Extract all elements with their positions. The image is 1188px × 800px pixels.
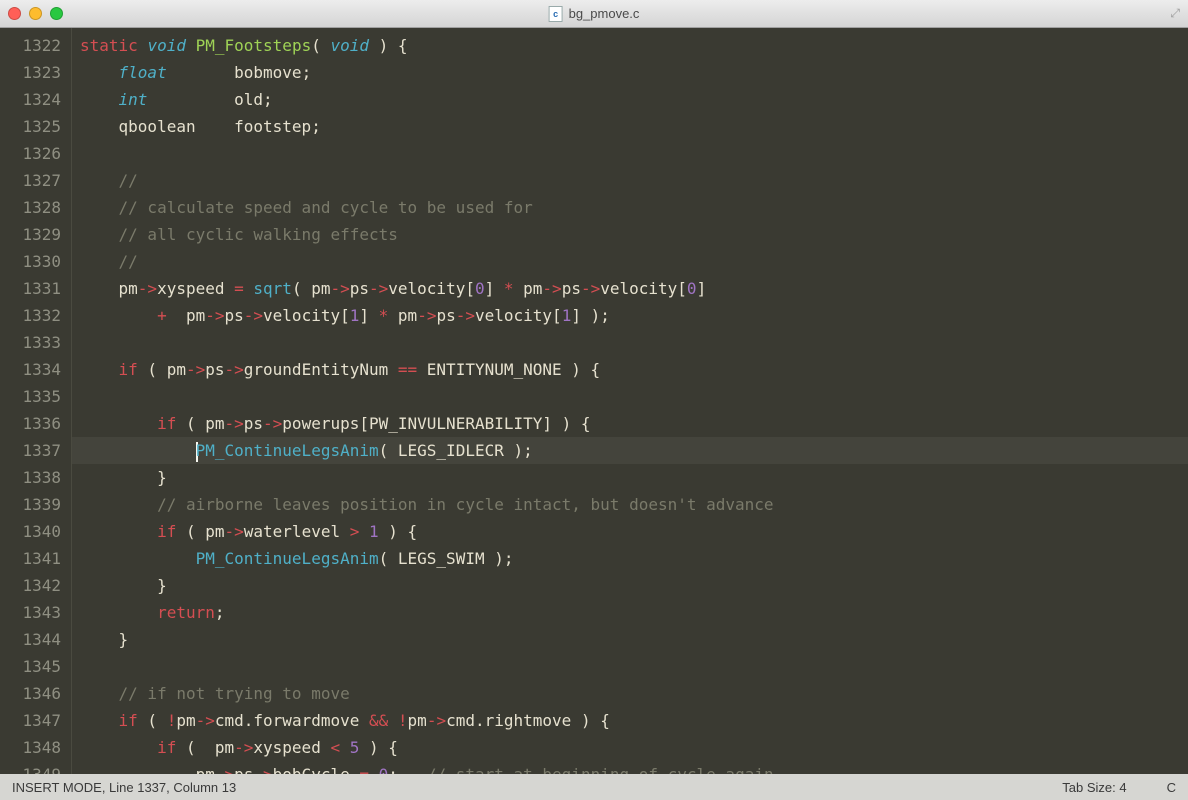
line-number: 1326 [4, 140, 61, 167]
line-number: 1323 [4, 59, 61, 86]
status-syntax[interactable]: C [1167, 780, 1176, 795]
code-line[interactable]: qboolean footstep; [80, 113, 1188, 140]
line-number: 1342 [4, 572, 61, 599]
line-number: 1329 [4, 221, 61, 248]
line-number: 1344 [4, 626, 61, 653]
code-line[interactable]: float bobmove; [80, 59, 1188, 86]
code-line[interactable] [80, 653, 1188, 680]
traffic-lights [8, 7, 63, 20]
code-line[interactable]: // if not trying to move [80, 680, 1188, 707]
code-line[interactable]: static void PM_Footsteps( void ) { [80, 32, 1188, 59]
code-line[interactable]: if ( pm->xyspeed < 5 ) { [80, 734, 1188, 761]
line-number: 1348 [4, 734, 61, 761]
status-bar: INSERT MODE, Line 1337, Column 13 Tab Si… [0, 774, 1188, 800]
line-number: 1334 [4, 356, 61, 383]
line-number: 1324 [4, 86, 61, 113]
file-type-icon: c [549, 6, 563, 22]
line-number: 1328 [4, 194, 61, 221]
status-mode-position: INSERT MODE, Line 1337, Column 13 [12, 780, 236, 795]
filename-label: bg_pmove.c [569, 6, 640, 21]
close-window-button[interactable] [8, 7, 21, 20]
code-editor[interactable]: 1322132313241325132613271328132913301331… [0, 28, 1188, 774]
code-line[interactable]: if ( pm->waterlevel > 1 ) { [80, 518, 1188, 545]
code-line[interactable]: // all cyclic walking effects [80, 221, 1188, 248]
line-number: 1327 [4, 167, 61, 194]
line-number: 1332 [4, 302, 61, 329]
line-number: 1337 [4, 437, 61, 464]
line-number: 1347 [4, 707, 61, 734]
code-line[interactable]: } [80, 464, 1188, 491]
code-line[interactable] [80, 140, 1188, 167]
line-number: 1336 [4, 410, 61, 437]
zoom-window-button[interactable] [50, 7, 63, 20]
code-line[interactable]: // calculate speed and cycle to be used … [80, 194, 1188, 221]
line-number: 1343 [4, 599, 61, 626]
line-number: 1330 [4, 248, 61, 275]
line-number: 1338 [4, 464, 61, 491]
code-line[interactable]: // [80, 248, 1188, 275]
code-line[interactable]: return; [80, 599, 1188, 626]
minimize-window-button[interactable] [29, 7, 42, 20]
line-number: 1333 [4, 329, 61, 356]
line-number: 1335 [4, 383, 61, 410]
code-line[interactable]: if ( pm->ps->groundEntityNum == ENTITYNU… [80, 356, 1188, 383]
line-number: 1346 [4, 680, 61, 707]
code-line[interactable]: PM_ContinueLegsAnim( LEGS_IDLECR ); [72, 437, 1188, 464]
line-number: 1322 [4, 32, 61, 59]
line-number: 1331 [4, 275, 61, 302]
expand-icon[interactable]: ⤢ [1170, 6, 1180, 21]
line-number-gutter: 1322132313241325132613271328132913301331… [0, 28, 72, 774]
status-tab-size[interactable]: Tab Size: 4 [1062, 780, 1126, 795]
code-line[interactable] [80, 329, 1188, 356]
line-number: 1340 [4, 518, 61, 545]
window-titlebar: c bg_pmove.c ⤢ [0, 0, 1188, 28]
line-number: 1341 [4, 545, 61, 572]
code-line[interactable]: pm->ps->bobCycle = 0; // start at beginn… [80, 761, 1188, 774]
line-number: 1345 [4, 653, 61, 680]
code-line[interactable]: } [80, 572, 1188, 599]
code-line[interactable]: int old; [80, 86, 1188, 113]
code-line[interactable]: if ( pm->ps->powerups[PW_INVULNERABILITY… [80, 410, 1188, 437]
code-line[interactable]: pm->xyspeed = sqrt( pm->ps->velocity[0] … [80, 275, 1188, 302]
code-line[interactable] [80, 383, 1188, 410]
window-title: c bg_pmove.c [549, 6, 640, 22]
code-line[interactable]: PM_ContinueLegsAnim( LEGS_SWIM ); [80, 545, 1188, 572]
code-line[interactable]: // [80, 167, 1188, 194]
code-area[interactable]: static void PM_Footsteps( void ) { float… [72, 28, 1188, 774]
code-line[interactable]: + pm->ps->velocity[1] * pm->ps->velocity… [80, 302, 1188, 329]
code-line[interactable]: // airborne leaves position in cycle int… [80, 491, 1188, 518]
line-number: 1339 [4, 491, 61, 518]
line-number: 1325 [4, 113, 61, 140]
code-line[interactable]: if ( !pm->cmd.forwardmove && !pm->cmd.ri… [80, 707, 1188, 734]
line-number: 1349 [4, 761, 61, 774]
code-line[interactable]: } [80, 626, 1188, 653]
